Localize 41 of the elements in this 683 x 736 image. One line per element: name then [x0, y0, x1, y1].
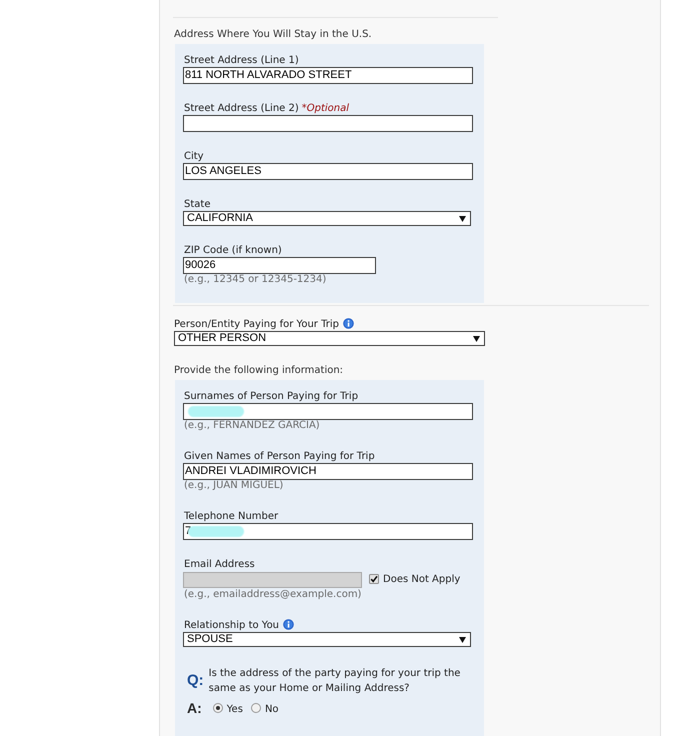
field-label: Relationship to You	[184, 620, 280, 632]
hint-text: (e.g., JUAN MIGUEL)	[183, 480, 284, 492]
field-label: Given Names of Person Paying for Trip	[184, 451, 375, 463]
field-label: Surnames of Person Paying for Trip	[184, 391, 358, 403]
dropdown[interactable]: CALIFORNIA	[183, 211, 471, 226]
field-label: Street Address (Line 1)	[184, 55, 299, 67]
text-field[interactable]	[183, 403, 473, 420]
hint-text: (e.g., 12345 or 12345-1234)	[183, 274, 328, 286]
caret-icon	[473, 336, 480, 342]
caret-icon	[459, 636, 466, 642]
caret-icon	[459, 216, 466, 222]
section-heading: Address Where You Will Stay in the U.S.	[174, 29, 373, 41]
radio-button[interactable]	[250, 703, 261, 713]
optional-note: *Optional	[302, 103, 350, 115]
info-icon[interactable]	[342, 318, 354, 329]
field-label: ZIP Code (if known)	[184, 245, 282, 257]
checkbox-label: Does Not Apply	[383, 574, 460, 586]
question-mark-label: Q:	[187, 672, 204, 690]
text-field[interactable]: 7	[183, 523, 473, 540]
field-label: City	[184, 151, 204, 163]
radio-label: No	[264, 704, 279, 716]
field-label: Street Address (Line 2)	[184, 103, 299, 115]
radio-button[interactable]	[212, 703, 223, 713]
info-icon[interactable]	[283, 619, 294, 630]
field-label: Telephone Number	[184, 511, 278, 523]
field-label: Person/Entity Paying for Your Trip	[174, 319, 339, 331]
dropdown[interactable]: SPOUSE	[183, 632, 471, 647]
radio-label: Yes	[226, 704, 243, 716]
dropdown[interactable]: OTHER PERSON	[174, 331, 485, 346]
text-field[interactable]	[183, 115, 473, 132]
answer-mark-label: A:	[187, 700, 202, 716]
field-label: State	[184, 199, 210, 211]
hint-text: (e.g., FERNANDEZ GARCIA)	[183, 420, 321, 432]
field-label: Email Address	[184, 559, 255, 571]
hint-text: (e.g., emailaddress@example.com)	[183, 589, 362, 601]
text-field[interactable]: ANDREI VLADIMIROVICH	[183, 463, 473, 480]
text-field[interactable]: LOS ANGELES	[183, 163, 473, 180]
section-heading: Provide the following information:	[174, 365, 344, 377]
text-field[interactable]: 811 NORTH ALVARADO STREET	[183, 67, 473, 84]
question-text: Is the address of the party paying for your trip the same as your Home or Mailing Address?	[208, 667, 462, 696]
text-field[interactable]: 90026	[183, 257, 376, 274]
